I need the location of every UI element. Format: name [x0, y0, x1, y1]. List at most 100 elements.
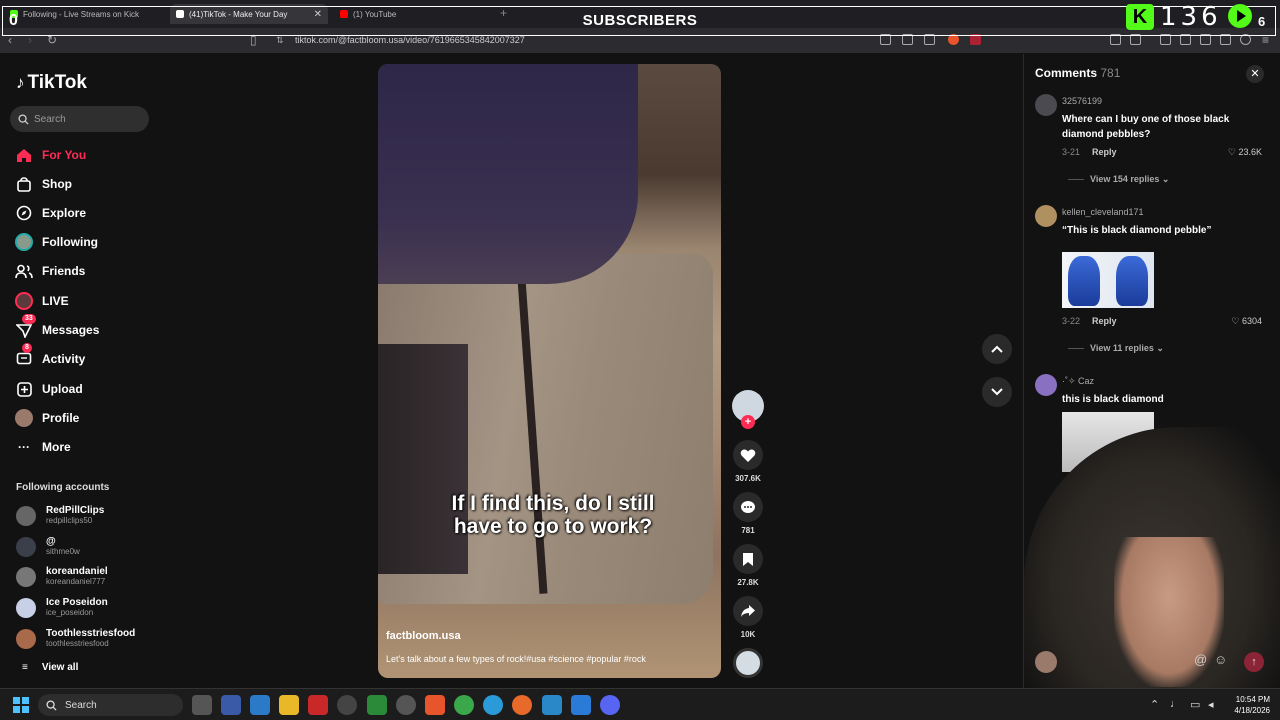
app-icon[interactable] — [308, 695, 328, 715]
edge-icon[interactable] — [483, 695, 503, 715]
network-icon[interactable]: ▭ — [1190, 698, 1200, 711]
video-description: Let's talk about a few types of rock!#us… — [386, 654, 646, 664]
volume-icon[interactable]: ◂ — [1208, 698, 1214, 711]
nav-friends[interactable]: Friends — [14, 262, 85, 280]
avatar[interactable] — [1035, 94, 1057, 116]
account-item[interactable]: koreandaniel koreandaniel777 — [16, 566, 108, 587]
brave-icon[interactable] — [425, 695, 445, 715]
video-player[interactable]: If I find this, do I still have to go to… — [378, 64, 721, 678]
comment-username[interactable]: ·˚✧ Caz — [1062, 376, 1094, 387]
discord-icon[interactable] — [600, 695, 620, 715]
comments-title: Comments 781 — [1035, 66, 1120, 80]
tiktok-page: ♪ TikTok Search For You Shop Explore Fol… — [0, 54, 1280, 688]
system-clock[interactable]: 10:54 PM 4/18/2026 — [1226, 694, 1270, 716]
nav-label: Messages — [42, 323, 100, 337]
remote-desktop-icon[interactable] — [250, 695, 270, 715]
close-comments-button[interactable]: ✕ — [1246, 65, 1264, 83]
account-item[interactable]: Ice Poseidon ice_poseidon — [16, 597, 108, 618]
account-item[interactable]: RedPillClips redpillclips50 — [16, 505, 104, 526]
comment-username[interactable]: kellen_cleveland171 — [1062, 207, 1144, 217]
firefox-icon[interactable] — [512, 695, 532, 715]
windows-start-icon[interactable] — [13, 697, 29, 713]
account-handle: koreandaniel777 — [46, 577, 106, 586]
app-icon[interactable] — [221, 695, 241, 715]
messages-icon: 33 — [14, 314, 36, 339]
app-icon[interactable] — [337, 695, 357, 715]
follow-button[interactable]: + — [741, 415, 755, 429]
send-comment-button[interactable]: ↑ — [1244, 652, 1264, 672]
sticker-head — [1116, 256, 1148, 306]
account-item[interactable]: @ sithme0w — [16, 536, 80, 557]
chrome-icon[interactable] — [454, 695, 474, 715]
nav-live[interactable]: LIVE — [14, 292, 69, 310]
view-replies-button[interactable]: View 11 replies ⌄ — [1068, 343, 1164, 354]
share-count: 10K — [740, 630, 756, 639]
nav-for-you[interactable]: For You — [14, 146, 86, 164]
microphone-icon[interactable]: ♩ — [1170, 698, 1181, 710]
reply-button[interactable]: Reply — [1092, 147, 1117, 157]
share-button[interactable]: 10K — [733, 596, 763, 639]
app-icon[interactable] — [396, 695, 416, 715]
nav-more[interactable]: ··· More — [14, 438, 71, 456]
nav-label: Profile — [42, 411, 80, 425]
comment-username[interactable]: 32576199 — [1062, 96, 1102, 106]
avatar[interactable] — [1035, 205, 1057, 227]
tray-chevron-icon[interactable]: ⌃ — [1150, 698, 1159, 711]
app-icon[interactable] — [542, 695, 562, 715]
view-replies-button[interactable]: View 154 replies ⌄ — [1068, 174, 1169, 185]
account-name: RedPillClips — [46, 505, 105, 516]
url-field[interactable]: tiktok.com/@factbloom.usa/video/76196653… — [295, 35, 525, 45]
emoji-icon[interactable]: ☺ — [1214, 652, 1227, 667]
nav-profile[interactable]: Profile — [14, 409, 79, 427]
view-replies-label: View 154 replies — [1090, 174, 1160, 184]
next-video-button[interactable] — [982, 377, 1012, 407]
taskbar-search[interactable]: Search — [38, 694, 183, 716]
avatar[interactable] — [1035, 374, 1057, 396]
tiktok-logo[interactable]: ♪ TikTok — [16, 72, 87, 94]
comment-like-button[interactable]: ♡ 23.6K — [1222, 147, 1262, 158]
youtube-subscriber-count: 6 — [1258, 14, 1266, 29]
comment-like-count: 23.6K — [1238, 147, 1262, 157]
nav-explore[interactable]: Explore — [14, 204, 86, 222]
mention-icon[interactable]: @ — [1194, 652, 1207, 667]
app-icon[interactable] — [367, 695, 387, 715]
taskbar-search-label: Search — [65, 699, 97, 711]
previous-video-button[interactable] — [982, 334, 1012, 364]
comment-sticker-image[interactable] — [1062, 252, 1154, 308]
search-icon — [18, 113, 29, 125]
save-button[interactable]: 27.8K — [733, 544, 763, 587]
avatar — [16, 536, 36, 557]
video-author[interactable]: factbloom.usa — [386, 630, 461, 642]
nav-messages[interactable]: 33 Messages — [14, 314, 100, 339]
more-dots-icon: ··· — [18, 440, 30, 454]
nav-label: Shop — [42, 177, 72, 191]
nav-activity[interactable]: 8 Activity — [14, 343, 85, 368]
upload-icon — [14, 380, 34, 398]
account-name: @ — [46, 536, 56, 547]
messages-badge: 33 — [22, 314, 36, 324]
account-item[interactable]: Toothlesstriesfood toothlesstriesfood — [16, 628, 135, 649]
nav-label: For You — [42, 148, 87, 162]
search-input[interactable]: Search — [10, 106, 149, 132]
vscode-icon[interactable] — [571, 695, 591, 715]
file-explorer-icon[interactable] — [279, 695, 299, 715]
comment-like-button[interactable]: ♡ 6304 — [1222, 316, 1262, 327]
nav-shop[interactable]: Shop — [14, 175, 72, 193]
account-handle: redpillclips50 — [46, 516, 93, 525]
bookmark-icon — [733, 544, 763, 574]
nav-label: Explore — [42, 206, 87, 220]
comment-icon — [733, 492, 763, 522]
site-info-icon[interactable]: ⇅ — [276, 35, 284, 46]
comment-button[interactable]: 781 — [733, 492, 763, 535]
like-button[interactable]: 307.6K — [733, 440, 763, 483]
music-disc-icon[interactable] — [733, 648, 763, 678]
caption-line: If I find this, do I still — [451, 492, 655, 515]
nav-label: Following — [42, 235, 98, 249]
nav-upload[interactable]: Upload — [14, 380, 83, 398]
task-view-icon[interactable] — [192, 695, 212, 715]
home-icon — [14, 146, 34, 164]
reply-button[interactable]: Reply — [1092, 316, 1117, 326]
view-all-button[interactable]: ≡ View all — [22, 662, 78, 673]
comments-panel: Comments 781 ✕ 32576199 Where can I buy … — [1023, 54, 1280, 688]
nav-following[interactable]: Following — [14, 233, 98, 251]
